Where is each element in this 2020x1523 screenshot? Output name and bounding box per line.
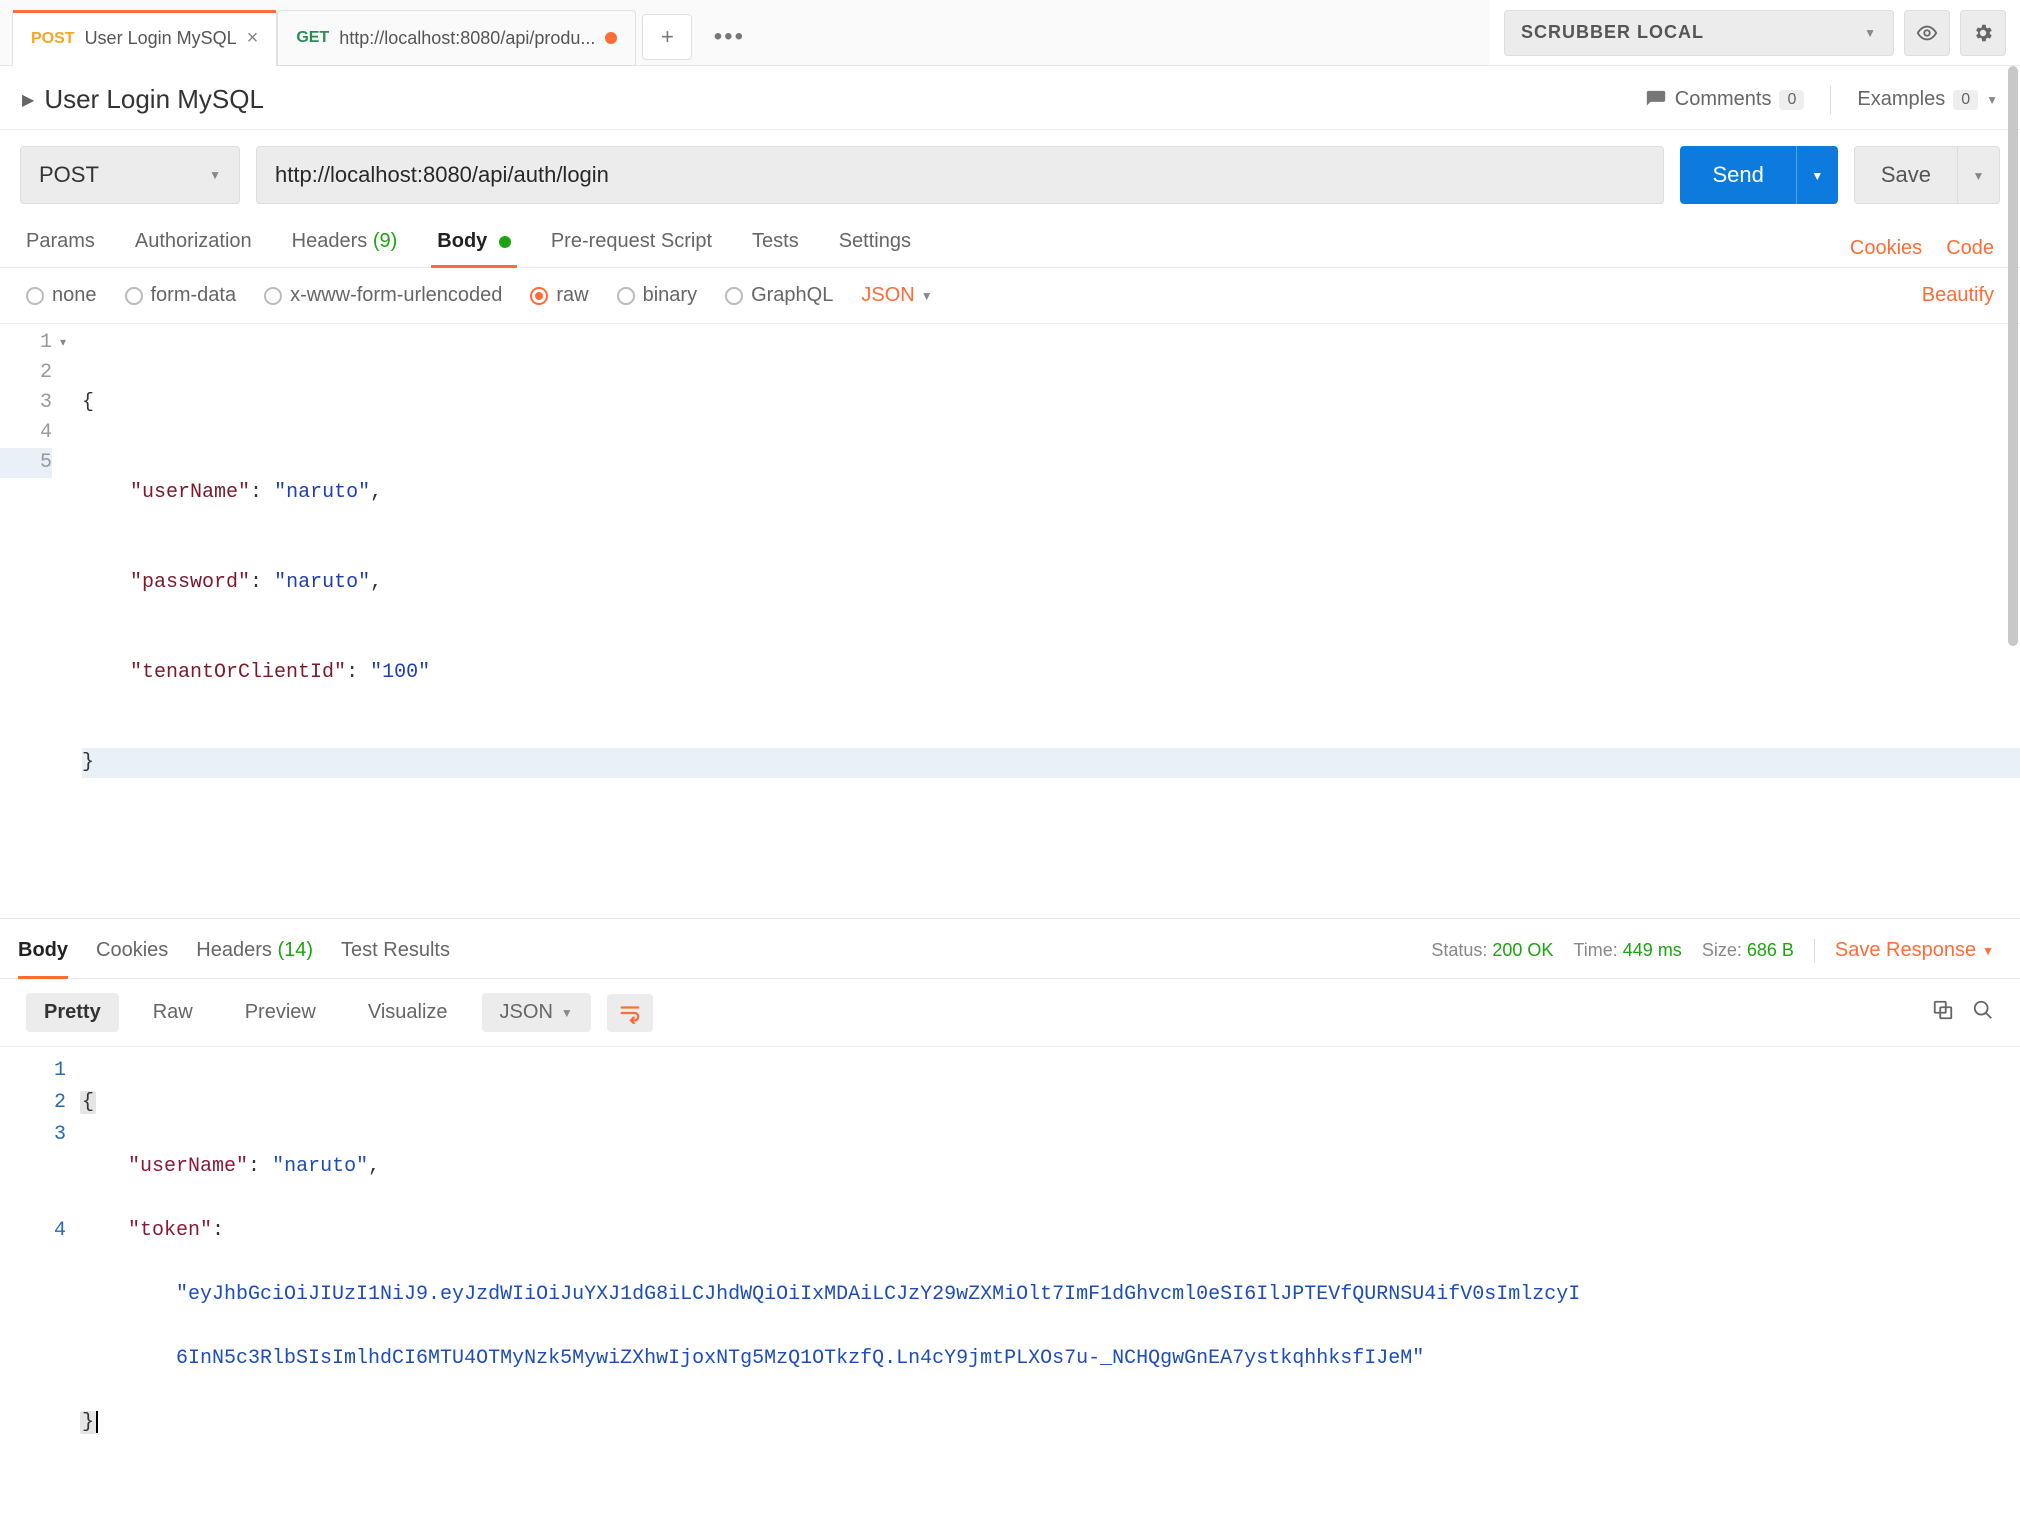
chevron-right-icon: ▶ [22,90,34,110]
tabs-row: POST User Login MySQL × GET http://local… [0,0,1490,66]
examples-label: Examples [1857,88,1945,111]
tab-method-badge: POST [31,30,75,48]
send-dropdown-button[interactable]: ▼ [1796,146,1838,204]
cookies-link[interactable]: Cookies [1850,237,1922,260]
tab-headers[interactable]: Headers (9) [292,230,398,267]
examples-button[interactable]: Examples 0 ▼ [1857,88,1998,111]
body-language-select[interactable]: JSON ▼ [861,284,932,307]
comments-label: Comments [1675,88,1772,111]
beautify-button[interactable]: Beautify [1922,284,1994,307]
tab-method-badge: GET [296,29,329,47]
vertical-scrollbar[interactable] [2006,66,2018,1176]
body-type-raw[interactable]: raw [530,284,588,307]
response-view-raw[interactable]: Raw [135,993,211,1032]
tab-products[interactable]: GET http://localhost:8080/api/produ... [277,10,636,66]
body-type-binary[interactable]: binary [617,284,697,307]
tab-overflow-button[interactable]: ••• [704,14,754,60]
unsaved-dot-icon [605,32,617,44]
response-view-pretty[interactable]: Pretty [26,993,119,1032]
body-type-formdata[interactable]: form-data [125,284,237,307]
chevron-down-icon: ▼ [209,168,221,182]
tab-headers-label: Headers [292,230,368,252]
environment-name: SCRUBBER LOCAL [1521,22,1704,43]
breadcrumb[interactable]: ▶ User Login MySQL [22,84,264,115]
chevron-down-icon: ▼ [1982,944,1994,958]
method-value: POST [39,162,99,188]
tab-authorization[interactable]: Authorization [135,230,252,267]
copy-response-button[interactable] [1932,999,1954,1027]
chevron-down-icon: ▼ [561,1006,573,1020]
headers-count: (9) [373,230,397,252]
environment-quicklook-button[interactable] [1904,10,1950,56]
response-format-select[interactable]: JSON ▼ [482,993,591,1032]
save-dropdown-button[interactable]: ▼ [1958,146,2000,204]
tab-title: http://localhost:8080/api/produ... [339,28,595,49]
tab-tests[interactable]: Tests [752,230,799,267]
body-type-graphql[interactable]: GraphQL [725,284,833,307]
chevron-down-icon: ▼ [1986,93,1998,107]
time-value: 449 ms [1623,940,1682,960]
body-type-none[interactable]: none [26,284,97,307]
new-tab-button[interactable]: + [642,14,692,60]
response-tab-cookies[interactable]: Cookies [96,931,168,970]
response-tab-headers[interactable]: Headers (14) [196,931,313,970]
request-name: User Login MySQL [44,84,264,115]
code-link[interactable]: Code [1946,237,1994,260]
comments-button[interactable]: Comments 0 [1645,88,1805,111]
tab-body[interactable]: Body [437,230,511,267]
response-tab-testresults[interactable]: Test Results [341,931,450,970]
body-type-xwww[interactable]: x-www-form-urlencoded [264,284,502,307]
chevron-down-icon: ▼ [1864,26,1877,40]
save-button[interactable]: Save [1854,146,1958,204]
response-body-editor[interactable]: 1 2 3 4 { "userName": "naruto", "token":… [0,1047,2020,1523]
body-language-value: JSON [861,284,914,307]
tab-settings[interactable]: Settings [839,230,911,267]
request-body-editor[interactable]: 1 2 3 4 5 ▾ { "userName": "naruto", "pas… [0,324,2020,918]
url-input[interactable] [256,146,1664,204]
response-headers-count: (14) [277,939,313,961]
response-view-visualize[interactable]: Visualize [350,993,466,1032]
text-cursor [96,1411,98,1433]
environment-select[interactable]: SCRUBBER LOCAL ▼ [1504,10,1894,56]
status-value: 200 OK [1492,940,1553,960]
response-tab-body[interactable]: Body [18,931,68,970]
tab-user-login[interactable]: POST User Login MySQL × [12,10,277,66]
tab-title: User Login MySQL [85,28,237,49]
tab-params[interactable]: Params [26,230,95,267]
chevron-down-icon: ▼ [921,289,933,303]
body-modified-dot-icon [499,236,511,248]
tab-prerequest[interactable]: Pre-request Script [551,230,712,267]
send-button[interactable]: Send [1680,146,1795,204]
method-select[interactable]: POST ▼ [20,146,240,204]
response-view-preview[interactable]: Preview [227,993,334,1032]
settings-button[interactable] [1960,10,2006,56]
examples-count: 0 [1953,90,1978,110]
size-value: 686 B [1747,940,1794,960]
tab-body-label: Body [437,230,487,252]
save-response-button[interactable]: Save Response ▼ [1835,939,1994,962]
search-response-button[interactable] [1972,999,1994,1027]
comments-count: 0 [1779,90,1804,110]
wrap-lines-button[interactable] [607,994,653,1032]
close-icon[interactable]: × [247,27,259,50]
